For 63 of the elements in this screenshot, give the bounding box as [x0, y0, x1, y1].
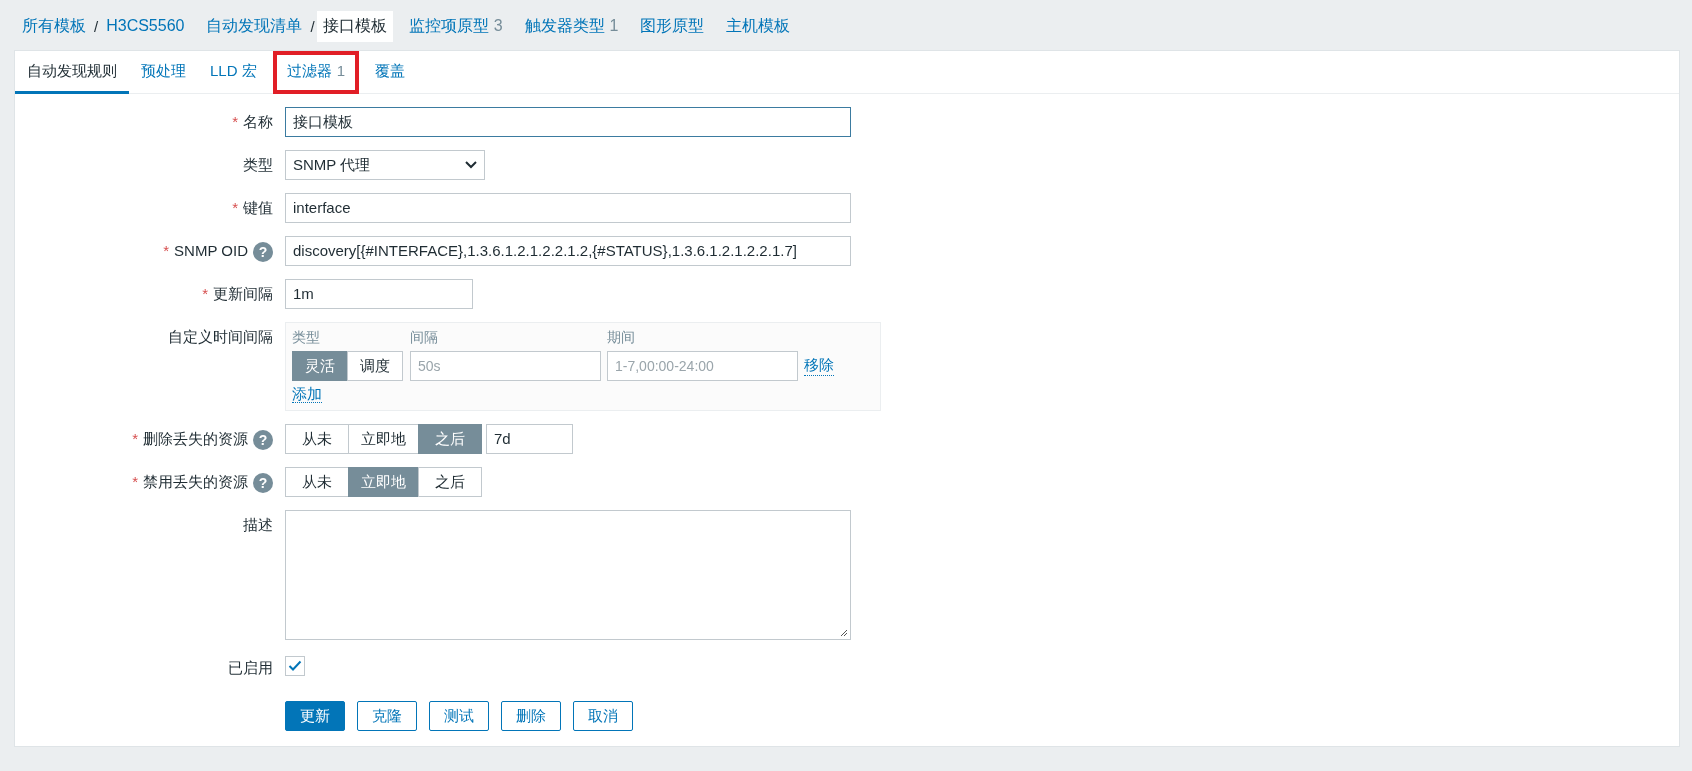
required-asterisk: * [232, 199, 238, 216]
nav-link[interactable]: 所有模板 [16, 10, 92, 42]
period-field[interactable]: 1-7,00:00-24:00 [607, 351, 798, 381]
text-field[interactable]: 接口模板 [285, 107, 851, 137]
type-dropdown[interactable]: SNMP 代理 [285, 150, 485, 180]
segment-option[interactable]: 从未 [285, 424, 349, 454]
text-field[interactable]: interface [285, 193, 851, 223]
nav-link[interactable]: 触发器类型 1 [518, 10, 625, 42]
field-label: SNMP OID [174, 242, 248, 259]
required-asterisk: * [202, 285, 208, 302]
field-label: 键值 [243, 199, 273, 218]
text-field[interactable]: 1m [285, 279, 473, 309]
add-link[interactable]: 添加 [292, 385, 322, 403]
nav-link[interactable]: 自动发现清单 [200, 10, 309, 42]
form-button[interactable]: 取消 [573, 701, 633, 731]
field-label: 描述 [243, 516, 273, 535]
help-icon[interactable]: ? [253, 242, 273, 262]
form-button[interactable]: 更新 [285, 701, 345, 731]
chevron-down-icon [465, 161, 477, 169]
field-label: 禁用丢失的资源 [143, 473, 248, 492]
column-header: 间隔 [410, 329, 439, 347]
required-asterisk: * [132, 473, 138, 490]
segment-option[interactable]: 之后 [418, 467, 482, 497]
segment-option[interactable]: 立即地 [348, 467, 419, 497]
breadcrumb-separator: / [309, 17, 316, 35]
tab[interactable]: 预处理 [129, 51, 198, 94]
nav-link[interactable]: 监控项原型 3 [402, 10, 509, 42]
form-button[interactable]: 删除 [501, 701, 561, 731]
nav-link[interactable]: 图形原型 [634, 10, 711, 42]
period-field[interactable]: 7d [486, 424, 573, 454]
interval-field[interactable]: 50s [410, 351, 601, 381]
tab[interactable]: 过滤器 1 [272, 51, 360, 94]
segment-option[interactable]: 灵活 [292, 351, 348, 381]
help-icon[interactable]: ? [253, 430, 273, 450]
nav-link[interactable]: 主机模板 [720, 10, 797, 42]
help-icon[interactable]: ? [253, 473, 273, 493]
segment-option[interactable]: 立即地 [348, 424, 419, 454]
required-asterisk: * [132, 430, 138, 447]
segment-option[interactable]: 之后 [418, 424, 482, 454]
required-asterisk: * [163, 242, 170, 259]
column-header: 类型 [292, 329, 321, 347]
text-field[interactable]: discovery[{#INTERFACE},1.3.6.1.2.1.2.2.1.2,{#STATUS},1.3.6.1.2.1.2.2.1.7] [285, 236, 851, 266]
breadcrumb-separator: / [93, 17, 100, 35]
field-label: 名称 [243, 113, 273, 132]
field-label: 类型 [243, 156, 273, 175]
field-label: 自定义时间间隔 [168, 328, 273, 347]
tab[interactable]: 自动发现规则 [15, 51, 129, 94]
form-button[interactable]: 克隆 [357, 701, 417, 731]
form-button[interactable]: 测试 [429, 701, 489, 731]
resize-grip-icon [840, 629, 848, 637]
breadcrumb-current[interactable]: 接口模板 [316, 10, 393, 42]
nav-link[interactable]: H3CS5560 [100, 12, 191, 40]
tab[interactable]: LLD 宏 [198, 51, 269, 94]
remove-link[interactable]: 移除 [804, 356, 834, 376]
segment-option[interactable]: 从未 [285, 467, 349, 497]
required-asterisk: * [232, 113, 238, 130]
tab[interactable]: 覆盖 [363, 51, 418, 94]
field-label: 已启用 [228, 659, 273, 678]
segment-option[interactable]: 调度 [347, 351, 403, 381]
checkbox[interactable] [285, 656, 305, 676]
field-label: 更新间隔 [213, 285, 273, 304]
column-header: 期间 [607, 329, 636, 347]
field-label: 删除丢失的资源 [143, 430, 248, 449]
